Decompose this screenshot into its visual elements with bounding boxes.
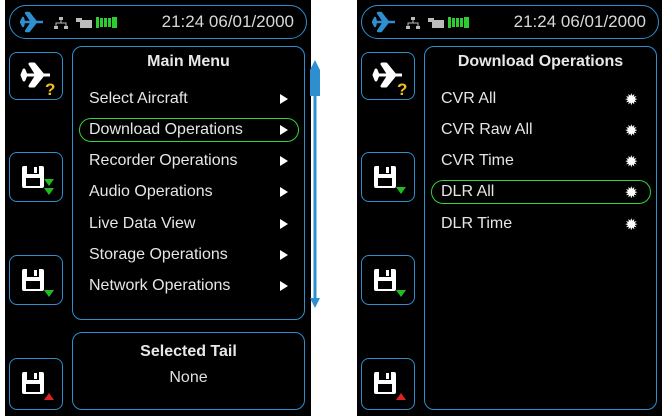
chevron-right-icon: [280, 281, 288, 291]
menu-item-cvr-time[interactable]: CVR Time ✹: [431, 149, 651, 173]
plane-question-icon: ?: [20, 62, 55, 97]
menu-item-label: Network Operations: [89, 277, 231, 294]
gear-icon: ✹: [624, 185, 638, 202]
menu-item-recorder-operations[interactable]: Recorder Operations: [79, 149, 299, 173]
selected-tail-panel: Selected Tail None: [72, 332, 305, 410]
menu-scrollbar[interactable]: [310, 60, 320, 308]
menu-item-audio-operations[interactable]: Audio Operations: [79, 180, 299, 204]
scrollbar-thumb[interactable]: [310, 70, 320, 96]
gear-icon: ✹: [624, 92, 638, 109]
battery-icon: [448, 17, 469, 28]
menu-item-label: CVR Raw All: [441, 121, 533, 138]
svg-text:?: ?: [45, 80, 55, 97]
scroll-down-arrow-icon[interactable]: [310, 298, 320, 308]
menu-item-label: Storage Operations: [89, 246, 228, 263]
selected-tail-value: None: [169, 369, 208, 386]
save-up-button[interactable]: [9, 358, 63, 410]
save-down-button-2[interactable]: [9, 255, 63, 305]
floppy-download-icon: [374, 166, 406, 194]
menu-item-label: Download Operations: [89, 121, 243, 138]
floppy-upload-icon: [22, 372, 54, 400]
svg-text:?: ?: [397, 80, 407, 97]
menu-item-download-operations[interactable]: Download Operations: [79, 118, 299, 142]
menu-item-label: Audio Operations: [89, 183, 213, 200]
clock-text: 21:24 06/01/2000: [513, 12, 646, 31]
save-up-button[interactable]: [361, 358, 415, 410]
menu-item-cvr-all[interactable]: CVR All ✹: [431, 87, 651, 111]
gear-icon: ✹: [624, 217, 638, 234]
menu-item-label: DLR All: [441, 183, 495, 200]
menu-item-network-operations[interactable]: Network Operations: [79, 274, 299, 298]
chevron-right-icon: [280, 125, 288, 135]
plane-icon: [371, 11, 395, 33]
floppy-upload-icon: [374, 372, 406, 400]
menu-item-label: Live Data View: [89, 215, 196, 232]
download-operations-title: Download Operations: [457, 53, 624, 70]
left-device-screen: 21:24 06/01/2000 ? Main Menu Select Airc…: [5, 0, 320, 416]
gear-icon: ✹: [624, 154, 638, 171]
usb-icon: [428, 18, 444, 28]
scrollbar-track: [313, 96, 317, 298]
chevron-right-icon: [280, 94, 288, 104]
menu-item-label: DLR Time: [441, 215, 513, 232]
save-down-button-2[interactable]: [361, 255, 415, 305]
chevron-right-icon: [280, 219, 288, 229]
menu-item-cvr-raw-all[interactable]: CVR Raw All ✹: [431, 118, 651, 142]
floppy-download-icon: [22, 269, 54, 297]
battery-icon: [96, 17, 117, 28]
scroll-up-arrow-icon[interactable]: [310, 60, 320, 70]
chevron-right-icon: [280, 187, 288, 197]
main-menu-panel: Main Menu Select Aircraft Download Opera…: [72, 46, 305, 320]
network-icon: [406, 17, 420, 29]
menu-item-storage-operations[interactable]: Storage Operations: [79, 243, 299, 267]
menu-item-live-data-view[interactable]: Live Data View: [79, 212, 299, 236]
floppy-download-icon: [22, 166, 54, 195]
save-down-button-1[interactable]: [9, 152, 63, 202]
download-operations-panel: Download Operations CVR All ✹ CVR Raw Al…: [424, 46, 657, 410]
status-bar: 21:24 06/01/2000: [361, 5, 659, 39]
menu-item-label: CVR All: [441, 90, 497, 107]
plane-question-icon: ?: [372, 62, 407, 97]
right-device-screen: 21:24 06/01/2000 ? Download Operations C…: [357, 0, 662, 416]
chevron-right-icon: [280, 156, 288, 166]
usb-icon: [76, 18, 92, 28]
chevron-right-icon: [280, 250, 288, 260]
menu-item-label: CVR Time: [441, 152, 514, 169]
status-bar: 21:24 06/01/2000: [9, 5, 307, 39]
floppy-download-icon: [374, 269, 406, 297]
save-down-button-1[interactable]: [361, 152, 415, 202]
clock-text: 21:24 06/01/2000: [161, 12, 294, 31]
menu-item-select-aircraft[interactable]: Select Aircraft: [79, 87, 299, 111]
select-aircraft-help-button[interactable]: ?: [9, 52, 63, 100]
selected-tail-title: Selected Tail: [140, 343, 237, 360]
main-menu-title: Main Menu: [147, 53, 230, 70]
menu-item-dlr-all[interactable]: DLR All ✹: [431, 180, 651, 204]
plane-icon: [19, 11, 43, 33]
select-aircraft-help-button[interactable]: ?: [361, 52, 415, 100]
menu-item-label: Select Aircraft: [89, 90, 188, 107]
gear-icon: ✹: [624, 123, 638, 140]
menu-item-dlr-time[interactable]: DLR Time ✹: [431, 212, 651, 236]
menu-item-label: Recorder Operations: [89, 152, 238, 169]
network-icon: [54, 17, 68, 29]
